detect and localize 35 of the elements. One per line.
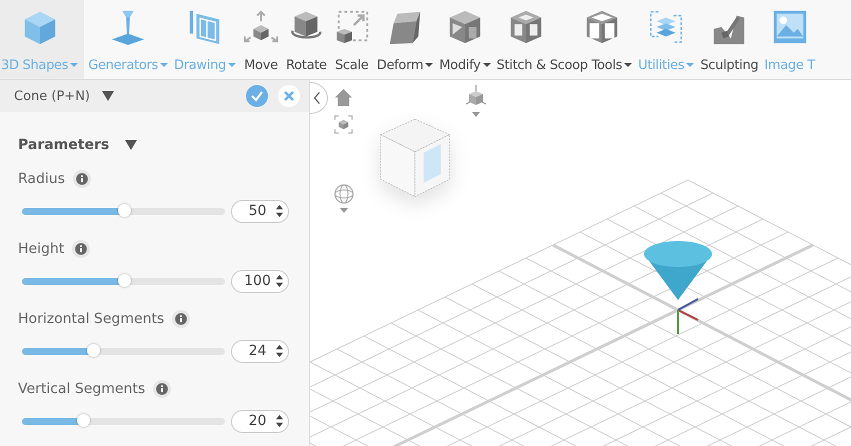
- toolbar-button[interactable]: Scale: [330, 0, 373, 79]
- number-field[interactable]: 24: [231, 340, 289, 362]
- home-icon[interactable]: [334, 88, 353, 107]
- info-icon[interactable]: [172, 310, 190, 328]
- dropdown-triangle-icon[interactable]: [125, 140, 138, 150]
- toolbar-button[interactable]: Deform: [374, 0, 436, 79]
- toolbar-button[interactable]: Sculpting: [698, 0, 760, 79]
- spinner-arrows-icon[interactable]: [275, 344, 284, 358]
- spinner-arrows-icon[interactable]: [275, 414, 284, 428]
- spinner-arrows-icon[interactable]: [275, 204, 284, 218]
- toolbar-button[interactable]: Stitch & Scoop Tools: [494, 0, 634, 79]
- toolbar-button[interactable]: Modify: [437, 0, 493, 79]
- parameter-label: Height: [18, 241, 64, 257]
- number-field[interactable]: 20: [231, 410, 289, 432]
- parameter-label: Radius: [18, 171, 65, 187]
- number-field[interactable]: 50: [231, 200, 289, 222]
- parameter-label: Vertical Segments: [18, 381, 146, 397]
- spinner-arrows-icon[interactable]: [275, 274, 284, 288]
- orbit-icon[interactable]: [334, 184, 354, 214]
- chevron-left-icon: [313, 91, 321, 105]
- confirm-check-icon[interactable]: [245, 84, 269, 108]
- close-icon[interactable]: [277, 84, 301, 108]
- cone-shape[interactable]: [644, 241, 712, 300]
- toolbar-button[interactable]: Rotate: [284, 0, 329, 79]
- info-icon[interactable]: [72, 240, 90, 258]
- axis-gizmo-icon: [677, 298, 698, 334]
- dropdown-triangle-icon[interactable]: [102, 91, 114, 101]
- section-title[interactable]: Parameters: [18, 137, 110, 153]
- info-icon[interactable]: [72, 170, 91, 188]
- fit-view-icon[interactable]: [334, 115, 353, 134]
- parameter-label: Horizontal Segments: [18, 311, 164, 327]
- number-field[interactable]: 100: [231, 270, 289, 292]
- info-icon[interactable]: [153, 380, 172, 398]
- panel-title[interactable]: Cone (P+N): [14, 88, 90, 104]
- toolbar-button[interactable]: Move: [240, 0, 282, 79]
